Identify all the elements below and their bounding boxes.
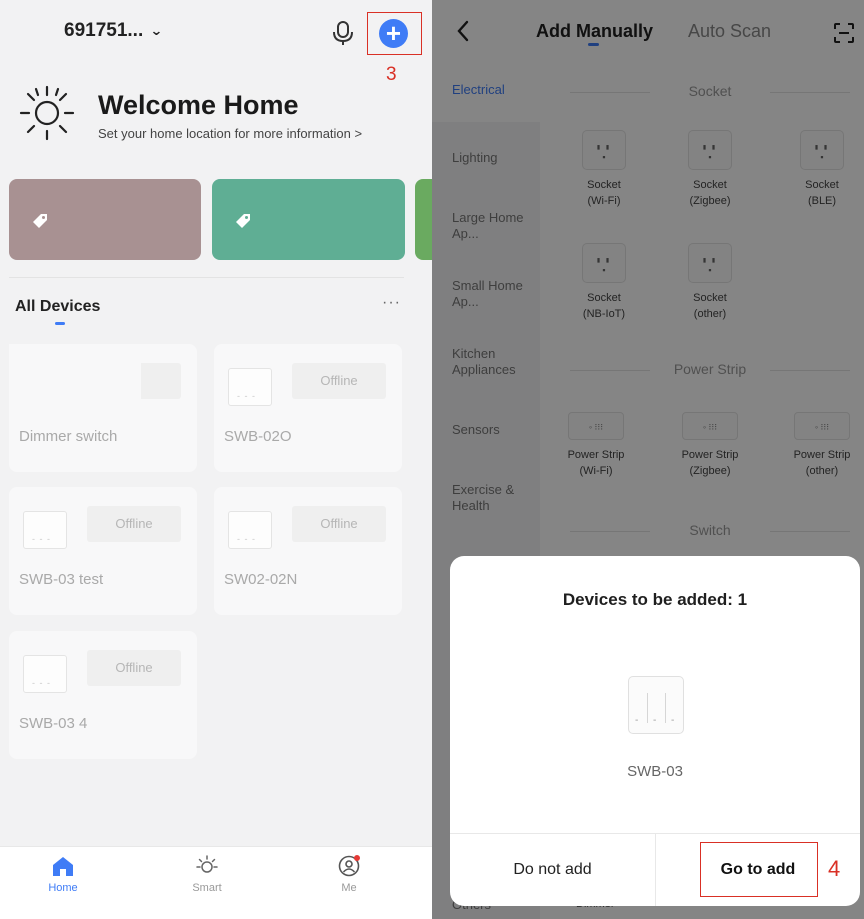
sun-icon <box>196 855 218 873</box>
nav-home-label: Home <box>48 882 78 894</box>
device-status: Offline <box>87 650 181 686</box>
home-icon <box>53 857 73 876</box>
device-name: SWB-02O <box>224 428 292 445</box>
more-options-button[interactable]: ··· <box>382 294 401 312</box>
device-card[interactable]: ne Dimmer switch <box>9 344 197 472</box>
device-name: SWB-03 test <box>19 571 104 588</box>
nav-home[interactable]: Home <box>33 855 93 894</box>
chevron-down-icon: ⌄ <box>150 23 164 38</box>
home-selector[interactable]: 691751... ⌄ <box>64 20 164 42</box>
switch-icon <box>228 368 272 406</box>
tag-icon <box>33 214 47 228</box>
profile-icon <box>338 855 360 877</box>
switch-icon <box>23 655 67 693</box>
nav-me[interactable]: Me <box>319 855 379 894</box>
device-card[interactable]: Offline SWB-02O <box>214 344 402 472</box>
device-card[interactable]: Offline SW02-02N <box>214 487 402 615</box>
divider <box>9 277 404 278</box>
annotation-step-4: 4 <box>828 856 841 881</box>
nav-smart-label: Smart <box>192 882 222 894</box>
home-screen: 691751... ⌄ + 3 Welcome Home Set your ho… <box>0 0 432 919</box>
tag-icon <box>236 214 250 228</box>
switch-icon <box>23 511 67 549</box>
all-devices-tab[interactable]: All Devices <box>15 298 100 316</box>
microphone-icon[interactable] <box>332 20 354 46</box>
device-card[interactable]: Offline SWB-03 test <box>9 487 197 615</box>
add-device-screen: Add Manually Auto Scan Electrical Lighti… <box>432 0 864 919</box>
annotation-box-go-to-add <box>700 842 818 897</box>
do-not-add-button[interactable]: Do not add <box>450 833 655 906</box>
device-status: Offline <box>292 363 386 399</box>
nav-smart[interactable]: Smart <box>177 855 237 894</box>
welcome-title: Welcome Home <box>98 90 299 120</box>
device-name: SW02-02N <box>224 571 298 588</box>
device-status: Offline <box>292 506 386 542</box>
scene-card[interactable] <box>9 179 201 260</box>
device-name: Dimmer switch <box>19 428 118 445</box>
scene-card[interactable] <box>415 179 432 260</box>
card-overlay <box>9 344 141 406</box>
device-name: SWB-03 4 <box>19 715 88 732</box>
annotation-step-3: 3 <box>386 64 397 85</box>
annotation-box-add <box>367 12 422 55</box>
device-card[interactable]: Offline SWB-03 4 <box>9 631 197 759</box>
dialog-device-name: SWB-03 <box>627 763 683 780</box>
dialog-title: Devices to be added: 1 <box>562 590 748 609</box>
home-name: 691751... <box>64 20 144 41</box>
device-status: Offline <box>87 506 181 542</box>
switch-icon: --- <box>628 676 684 734</box>
switch-icon <box>228 511 272 549</box>
tab-indicator <box>55 322 65 325</box>
home-top-bar: 691751... ⌄ + 3 <box>0 0 432 85</box>
scene-card[interactable] <box>212 179 405 260</box>
bottom-navigation: Home Smart Me <box>0 846 432 919</box>
sun-icon <box>19 85 75 141</box>
nav-me-label: Me <box>341 882 357 894</box>
location-prompt-link[interactable]: Set your home location for more informat… <box>98 126 362 141</box>
